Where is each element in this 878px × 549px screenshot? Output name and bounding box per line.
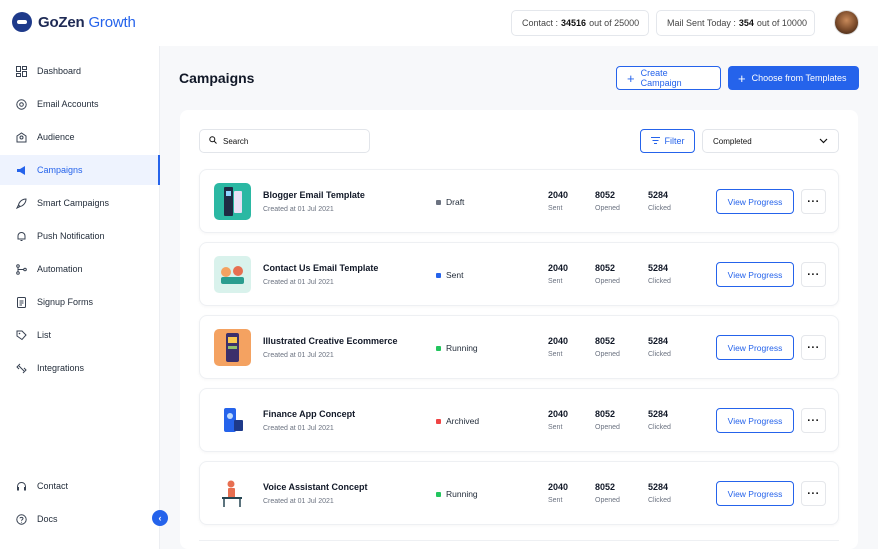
chevron-left-icon: ‹ — [158, 513, 162, 523]
plus-icon: + — [627, 70, 635, 86]
clicked-metric: 5284 Clicked — [648, 482, 671, 504]
headset-icon — [16, 481, 27, 492]
campaign-title: Voice Assistant Concept — [263, 482, 368, 492]
sidebar-item-email-accounts[interactable]: Email Accounts — [0, 89, 159, 119]
status-badge: Archived — [436, 416, 479, 426]
campaign-thumbnail — [214, 329, 251, 366]
view-progress-button[interactable]: View Progress — [716, 262, 794, 287]
view-progress-button[interactable]: View Progress — [716, 335, 794, 360]
campaign-title: Finance App Concept — [263, 409, 356, 419]
mail-usage-pill: Mail Sent Today :354 out of 10000 — [656, 10, 815, 36]
contact-usage-pill: Contact :34516 out of 25000 — [511, 10, 649, 36]
dashboard-icon — [16, 65, 27, 77]
list-divider — [199, 540, 839, 549]
more-options-icon[interactable]: ··· — [801, 408, 826, 433]
clicked-metric: 5284 Clicked — [648, 336, 671, 358]
campaign-row[interactable]: Voice Assistant Concept Created at 01 Ju… — [199, 461, 839, 525]
sidebar-item-contact[interactable]: Contact — [0, 471, 159, 501]
search-icon — [209, 136, 217, 146]
campaign-title: Blogger Email Template — [263, 190, 365, 200]
user-avatar[interactable] — [834, 10, 859, 35]
bell-icon — [16, 231, 27, 242]
more-options-icon[interactable]: ··· — [801, 262, 826, 287]
campaign-title: Contact Us Email Template — [263, 263, 379, 273]
campaign-title: Illustrated Creative Ecommerce — [263, 336, 398, 346]
sidebar-item-automation[interactable]: Automation — [0, 254, 159, 284]
plug-icon — [16, 363, 27, 374]
form-icon — [16, 296, 27, 308]
brand-name: GoZen Growth — [38, 13, 136, 31]
campaign-thumbnail — [214, 183, 251, 220]
sent-metric: 2040 Sent — [548, 190, 569, 212]
megaphone-icon — [16, 165, 27, 176]
opened-metric: 8052 Opened — [595, 409, 620, 431]
top-bar: GoZen Growth Contact :34516 out of 25000 … — [0, 0, 878, 46]
campaign-date: Created at 01 Jul 2021 — [263, 279, 334, 286]
view-progress-button[interactable]: View Progress — [716, 481, 794, 506]
sent-metric: 2040 Sent — [548, 263, 569, 285]
status-badge: Draft — [436, 197, 464, 207]
opened-metric: 8052 Opened — [595, 336, 620, 358]
sent-metric: 2040 Sent — [548, 482, 569, 504]
campaign-row[interactable]: Blogger Email Template Created at 01 Jul… — [199, 169, 839, 233]
brand-logo[interactable]: GoZen Growth — [12, 12, 136, 32]
sidebar-item-campaigns[interactable]: Campaigns — [0, 155, 160, 185]
help-icon — [16, 513, 27, 525]
sidebar-item-smart-campaigns[interactable]: Smart Campaigns — [0, 188, 159, 218]
status-badge: Sent — [436, 270, 464, 280]
filter-button[interactable]: Filter — [640, 129, 695, 153]
more-options-icon[interactable]: ··· — [801, 335, 826, 360]
campaign-thumbnail — [214, 402, 251, 439]
view-progress-button[interactable]: View Progress — [716, 189, 794, 214]
campaign-date: Created at 01 Jul 2021 — [263, 425, 334, 432]
sidebar-item-dashboard[interactable]: Dashboard — [0, 56, 159, 86]
search-input[interactable]: Search — [199, 129, 370, 153]
campaign-row[interactable]: Illustrated Creative Ecommerce Created a… — [199, 315, 839, 379]
status-badge: Running — [436, 489, 478, 499]
rocket-icon — [16, 197, 27, 209]
choose-templates-button[interactable]: + Choose from Templates — [728, 66, 859, 90]
more-options-icon[interactable]: ··· — [801, 481, 826, 506]
campaign-date: Created at 01 Jul 2021 — [263, 498, 334, 505]
sidebar-item-push-notification[interactable]: Push Notification — [0, 221, 159, 251]
clicked-metric: 5284 Clicked — [648, 409, 671, 431]
more-options-icon[interactable]: ··· — [801, 189, 826, 214]
collapse-sidebar-button[interactable]: ‹ — [152, 510, 168, 526]
campaign-thumbnail — [214, 475, 251, 512]
campaign-thumbnail — [214, 256, 251, 293]
status-select[interactable]: Completed — [702, 129, 839, 153]
sidebar-item-audience[interactable]: Audience — [0, 122, 159, 152]
sidebar-item-integrations[interactable]: Integrations — [0, 353, 159, 383]
opened-metric: 8052 Opened — [595, 190, 620, 212]
campaign-date: Created at 01 Jul 2021 — [263, 206, 334, 213]
filter-icon — [650, 136, 660, 146]
page-title: Campaigns — [179, 70, 255, 86]
audience-icon — [16, 131, 27, 143]
opened-metric: 8052 Opened — [595, 482, 620, 504]
view-progress-button[interactable]: View Progress — [716, 408, 794, 433]
sent-metric: 2040 Sent — [548, 409, 569, 431]
logo-icon — [12, 12, 32, 32]
sidebar-item-list[interactable]: List — [0, 320, 159, 350]
opened-metric: 8052 Opened — [595, 263, 620, 285]
clicked-metric: 5284 Clicked — [648, 190, 671, 212]
automation-icon — [16, 263, 27, 275]
tag-icon — [16, 330, 27, 341]
create-campaign-button[interactable]: + Create Campaign — [616, 66, 721, 90]
campaign-date: Created at 01 Jul 2021 — [263, 352, 334, 359]
sent-metric: 2040 Sent — [548, 336, 569, 358]
sidebar: Dashboard Email Accounts Audience Campai… — [0, 46, 160, 549]
sidebar-item-docs[interactable]: Docs — [0, 504, 159, 534]
campaign-row[interactable]: Finance App Concept Created at 01 Jul 20… — [199, 388, 839, 452]
plus-icon: + — [738, 70, 746, 86]
campaign-row[interactable]: Contact Us Email Template Created at 01 … — [199, 242, 839, 306]
sidebar-item-signup-forms[interactable]: Signup Forms — [0, 287, 159, 317]
clicked-metric: 5284 Clicked — [648, 263, 671, 285]
chevron-down-icon — [819, 137, 828, 146]
at-icon — [16, 98, 27, 110]
status-badge: Running — [436, 343, 478, 353]
